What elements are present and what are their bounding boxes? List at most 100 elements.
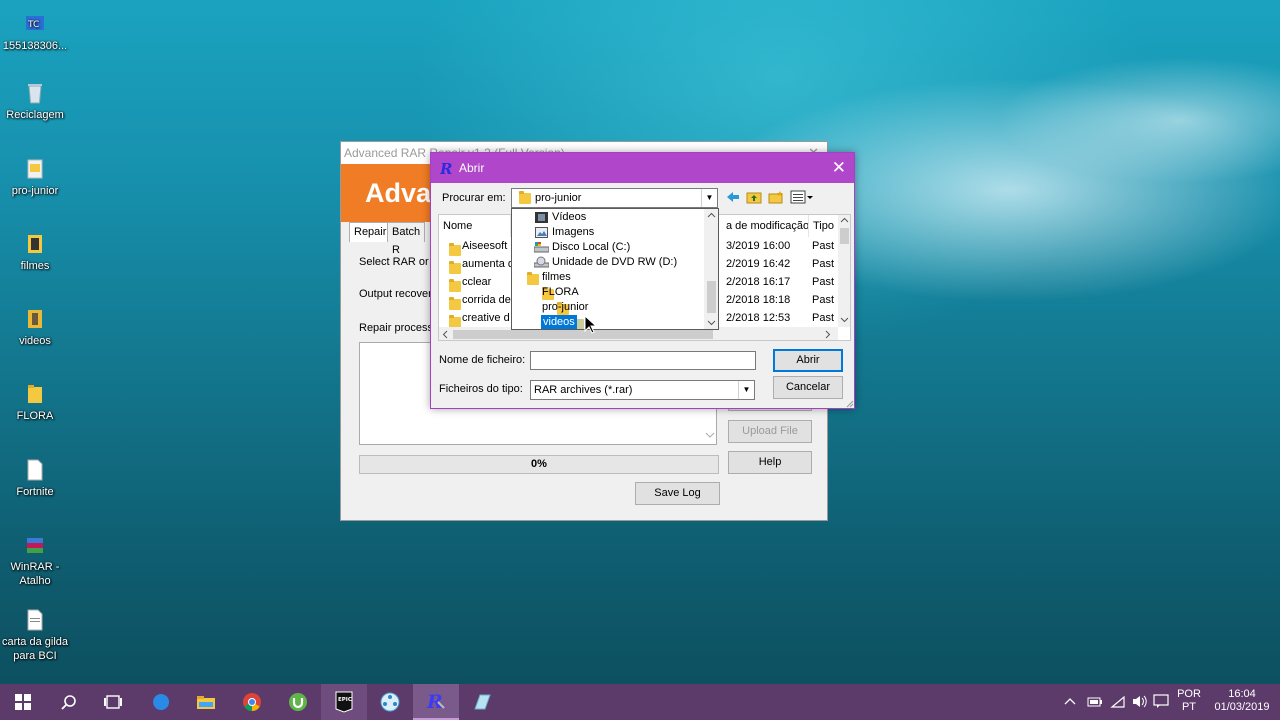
desktop-icon-label: videos (19, 335, 51, 347)
taskbar-app-explorer[interactable] (183, 684, 229, 720)
folder-icon (27, 159, 43, 179)
file-name: corrida de (462, 294, 511, 306)
new-folder-icon[interactable] (768, 190, 784, 204)
dropdown-item[interactable]: Unidade de DVD RW (D:) (552, 255, 677, 270)
desktop-icon-videos[interactable]: videos (0, 307, 70, 348)
look-in-combo[interactable]: pro-junior ▼ (511, 188, 718, 208)
document-icon (27, 609, 43, 631)
taskbar-app-chrome[interactable] (229, 684, 275, 720)
scroll-down-icon[interactable] (707, 319, 716, 326)
battery-icon[interactable] (1087, 695, 1103, 708)
scrollbar-thumb[interactable] (707, 281, 716, 313)
file-date: 2/2018 16:17 (726, 276, 791, 288)
windows-icon (15, 694, 31, 710)
column-header-date[interactable]: a de modificação... (722, 215, 809, 237)
tab-repair[interactable]: Repair (349, 222, 392, 242)
open-button[interactable]: Abrir (773, 349, 843, 372)
filetype-combo[interactable]: RAR archives (*.rar) ▼ (530, 380, 755, 400)
taskbar-app-other[interactable] (459, 684, 505, 720)
dropdown-item[interactable]: pro-junior (542, 300, 588, 315)
view-menu-icon[interactable] (790, 190, 814, 204)
desktop-icon-label: filmes (20, 260, 50, 272)
chevron-up-icon[interactable] (1064, 697, 1076, 706)
wifi-icon[interactable] (1110, 695, 1126, 709)
dropdown-item[interactable]: Disco Local (C:) (552, 240, 630, 255)
utorrent-icon (289, 693, 307, 711)
app-icon (474, 694, 491, 710)
folder-icon (527, 272, 539, 285)
clock[interactable]: 16:04 01/03/2019 (1210, 688, 1274, 714)
scroll-left-icon[interactable] (442, 330, 449, 339)
file-name: cclear (462, 276, 492, 288)
help-button[interactable]: Help (728, 451, 812, 474)
desktop-icon-label: pro-junior (11, 185, 59, 197)
file-date: 2/2018 18:18 (726, 294, 791, 306)
filename-input[interactable] (530, 351, 756, 370)
desktop-icon-label: 155138306... (2, 40, 68, 52)
chevron-down-icon[interactable]: ▼ (738, 381, 754, 399)
task-view-button[interactable] (90, 684, 136, 720)
film-icon (535, 212, 548, 223)
desktop-icon-flora[interactable]: FLORA (0, 382, 70, 423)
notification-icon[interactable] (1153, 694, 1169, 709)
upload-file-button[interactable]: Upload File (728, 420, 812, 443)
scrollbar-thumb[interactable] (453, 330, 713, 339)
scroll-up-icon[interactable] (707, 212, 716, 219)
resize-grip-icon[interactable] (845, 399, 854, 408)
svg-text:TC: TC (27, 20, 39, 30)
desktop-icon-label: FLORA (16, 410, 54, 422)
desktop-icon-carta[interactable]: carta da gilda para BCI (0, 608, 70, 663)
clock-time: 16:04 (1228, 688, 1256, 700)
scroll-right-icon[interactable] (824, 330, 831, 339)
scrollbar-thumb[interactable] (840, 228, 849, 244)
cancel-button[interactable]: Cancelar (773, 376, 843, 399)
desktop-icon-fortnite[interactable]: Fortnite (0, 458, 70, 499)
scroll-up-icon[interactable] (840, 217, 849, 224)
scroll-down-icon[interactable] (840, 316, 849, 323)
search-button[interactable] (46, 684, 92, 720)
desktop-icon-label: carta da gilda para BCI (1, 636, 69, 662)
column-header-name[interactable]: Nome (439, 215, 511, 237)
volume-icon[interactable] (1131, 694, 1149, 709)
desktop-icon-image[interactable]: TC 155138306... (0, 12, 70, 53)
tab-batch-repair[interactable]: Batch R (387, 222, 426, 256)
taskbar-app-video[interactable] (367, 684, 413, 720)
start-button[interactable] (0, 684, 46, 720)
scroll-down-icon[interactable] (705, 431, 715, 439)
desktop-icon-pro-junior[interactable]: pro-junior (0, 157, 70, 198)
folder-icon (519, 191, 531, 204)
back-icon[interactable] (726, 191, 740, 203)
film-reel-icon (380, 692, 400, 712)
taskbar-app-rar-repair[interactable]: R (413, 684, 459, 720)
file-date: 3/2019 16:00 (726, 240, 791, 252)
column-header-type[interactable]: Tipo (809, 215, 839, 237)
language-indicator[interactable]: POR PT (1174, 688, 1204, 714)
save-log-button[interactable]: Save Log (635, 482, 720, 505)
dropdown-item[interactable]: Vídeos (552, 210, 586, 225)
dropdown-item[interactable]: filmes (542, 270, 571, 285)
close-icon[interactable]: ✕ (832, 153, 846, 183)
svg-text:R: R (426, 691, 443, 712)
dropdown-item-selected[interactable]: videos (541, 315, 577, 329)
dropdown-item[interactable]: FLORA (542, 285, 579, 300)
open-file-dialog: R Abrir ✕ Procurar em: pro-junior ▼ Nome… (430, 152, 855, 409)
edge-icon (153, 693, 170, 710)
dialog-titlebar: R Abrir ✕ (431, 153, 854, 183)
file-type: Past (812, 294, 835, 306)
dropdown-item[interactable]: Imagens (552, 225, 594, 240)
vertical-scrollbar[interactable] (838, 215, 850, 327)
recycle-bin-icon (28, 84, 42, 104)
look-in-dropdown[interactable]: Vídeos Imagens Disco Local (C:) Unidade … (511, 208, 719, 330)
chevron-down-icon[interactable]: ▼ (701, 189, 717, 207)
dropdown-scrollbar[interactable] (704, 209, 718, 329)
clock-date: 01/03/2019 (1214, 701, 1270, 713)
desktop-icon-recycle-bin[interactable]: Reciclagem (0, 81, 70, 122)
taskbar-app-epic-games[interactable]: EPIC (321, 684, 367, 720)
folder-icon (28, 385, 42, 403)
taskbar-app-edge[interactable] (138, 684, 184, 720)
desktop-icon-filmes[interactable]: filmes (0, 232, 70, 273)
desktop-icon-winrar[interactable]: WinRAR - Atalho (0, 533, 70, 588)
output-label: Output recovere (359, 288, 438, 300)
taskbar-app-utorrent[interactable] (275, 684, 321, 720)
up-folder-icon[interactable] (746, 190, 762, 204)
